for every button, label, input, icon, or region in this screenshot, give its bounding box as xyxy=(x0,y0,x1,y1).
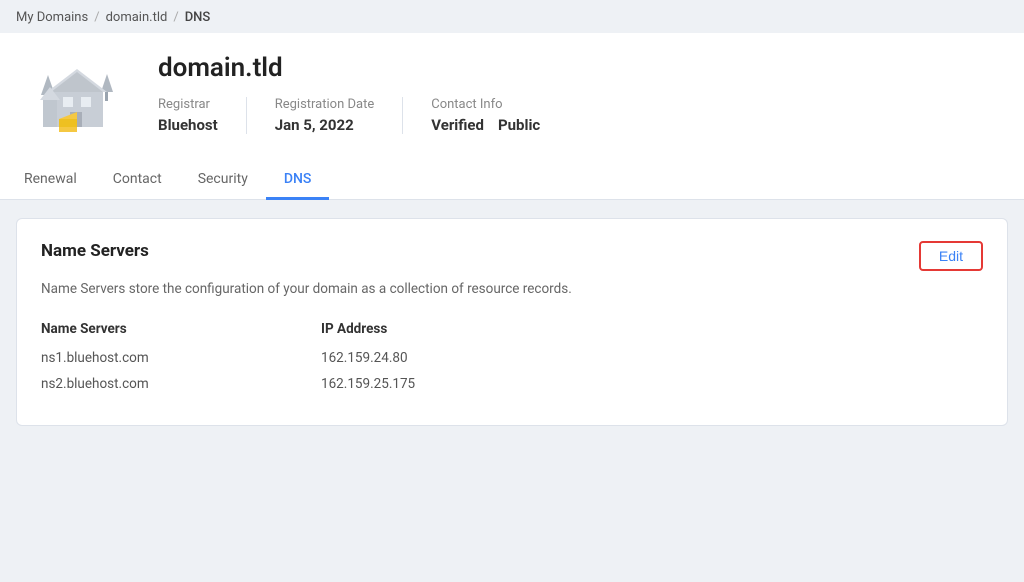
name-servers-table: Name Servers IP Address ns1.bluehost.com… xyxy=(41,321,983,397)
breadcrumb-sep-2: / xyxy=(173,10,178,25)
col-name-servers: Name Servers xyxy=(41,321,321,345)
ns-ip: 162.159.25.175 xyxy=(321,371,983,397)
table-row: ns2.bluehost.com 162.159.25.175 xyxy=(41,371,983,397)
breadcrumb-my-domains[interactable]: My Domains xyxy=(16,10,88,25)
breadcrumb-sep-1: / xyxy=(94,10,99,25)
reg-date-value: Jan 5, 2022 xyxy=(275,116,375,134)
tab-contact[interactable]: Contact xyxy=(95,161,180,200)
content-area: Name Servers Edit Name Servers store the… xyxy=(0,200,1024,444)
tab-dns[interactable]: DNS xyxy=(266,161,330,200)
name-servers-card: Name Servers Edit Name Servers store the… xyxy=(16,218,1008,426)
contact-label: Contact Info xyxy=(431,97,540,112)
domain-header: domain.tld Registrar Bluehost Registrati… xyxy=(0,33,1024,200)
contact-info: Contact Info Verified Public xyxy=(431,97,568,134)
verified-badge: Verified xyxy=(431,116,484,134)
registrar-label: Registrar xyxy=(158,97,218,112)
reg-date-info: Registration Date Jan 5, 2022 xyxy=(275,97,404,134)
ns-ip: 162.159.24.80 xyxy=(321,345,983,371)
registrar-info: Registrar Bluehost xyxy=(158,97,247,134)
table-row: ns1.bluehost.com 162.159.24.80 xyxy=(41,345,983,371)
public-badge: Public xyxy=(498,116,540,134)
reg-date-label: Registration Date xyxy=(275,97,375,112)
domain-tabs: Renewal Contact Security DNS xyxy=(24,161,1000,199)
domain-details: domain.tld Registrar Bluehost Registrati… xyxy=(158,53,1000,134)
ns-name: ns1.bluehost.com xyxy=(41,345,321,371)
registrar-value: Bluehost xyxy=(158,116,218,134)
breadcrumb-current: DNS xyxy=(185,10,211,25)
tab-renewal[interactable]: Renewal xyxy=(24,161,95,200)
col-ip-address: IP Address xyxy=(321,321,983,345)
edit-button[interactable]: Edit xyxy=(919,241,983,271)
ns-name: ns2.bluehost.com xyxy=(41,371,321,397)
breadcrumb-domain[interactable]: domain.tld xyxy=(106,10,168,25)
card-title: Name Servers xyxy=(41,241,149,261)
domain-name: domain.tld xyxy=(158,53,1000,83)
breadcrumb: My Domains / domain.tld / DNS xyxy=(0,0,1024,33)
card-description: Name Servers store the configuration of … xyxy=(41,279,641,299)
domain-icon xyxy=(24,53,134,143)
tab-security[interactable]: Security xyxy=(180,161,266,200)
